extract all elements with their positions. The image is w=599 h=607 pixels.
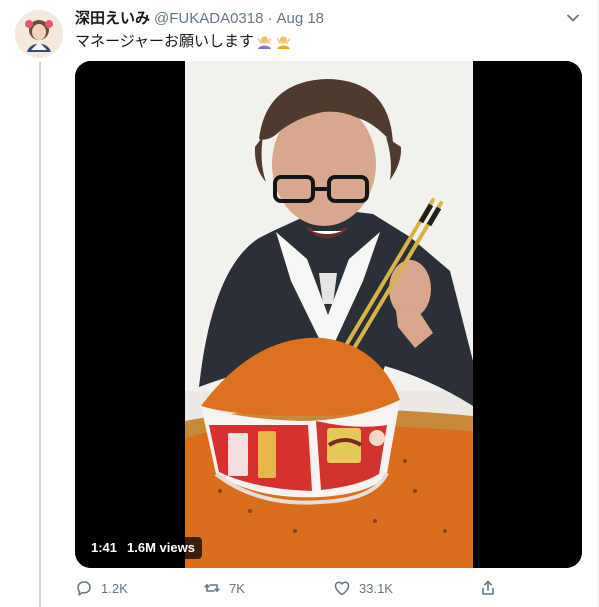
video-frame (75, 61, 582, 568)
person-gesturing-icon (256, 34, 273, 51)
video-player[interactable]: 1:41 1.6M views (75, 61, 582, 568)
author-name[interactable]: 深田えいみ (75, 9, 150, 29)
avatar-image (15, 10, 63, 58)
video-views: 1.6M views (127, 540, 195, 555)
reply-count: 1.2K (101, 580, 128, 596)
header-separator: · (267, 10, 273, 27)
thread-line (39, 62, 41, 607)
tweet-header: 深田えいみ @FUKADA0318 · Aug 18 (75, 9, 588, 29)
retweet-button[interactable]: 7K (203, 579, 333, 597)
tweet-text: マネージャーお願いします (75, 33, 254, 50)
video-info-badge: 1:41 1.6M views (84, 537, 202, 559)
retweet-icon (203, 579, 221, 597)
share-button[interactable] (479, 579, 505, 597)
like-count: 33.1K (359, 580, 393, 596)
chevron-down-icon[interactable] (566, 11, 580, 25)
retweet-count: 7K (229, 580, 245, 596)
avatar[interactable] (15, 10, 63, 58)
tweet-actions: 1.2K 7K 33.1K (75, 578, 505, 598)
like-button[interactable]: 33.1K (333, 579, 479, 597)
heart-icon (333, 579, 351, 597)
reply-button[interactable]: 1.2K (75, 579, 203, 597)
tweet-card[interactable]: 深田えいみ @FUKADA0318 · Aug 18 マネージャーお願いします (0, 0, 599, 607)
tweet-date[interactable]: Aug 18 (276, 9, 324, 29)
share-icon (479, 579, 497, 597)
tweet-text-row: マネージャーお願いします (75, 32, 292, 52)
author-handle[interactable]: @FUKADA0318 (154, 9, 263, 29)
emoji-group (256, 34, 292, 51)
reply-icon (75, 579, 93, 597)
video-duration: 1:41 (91, 540, 118, 555)
person-gesturing-icon (275, 34, 292, 51)
